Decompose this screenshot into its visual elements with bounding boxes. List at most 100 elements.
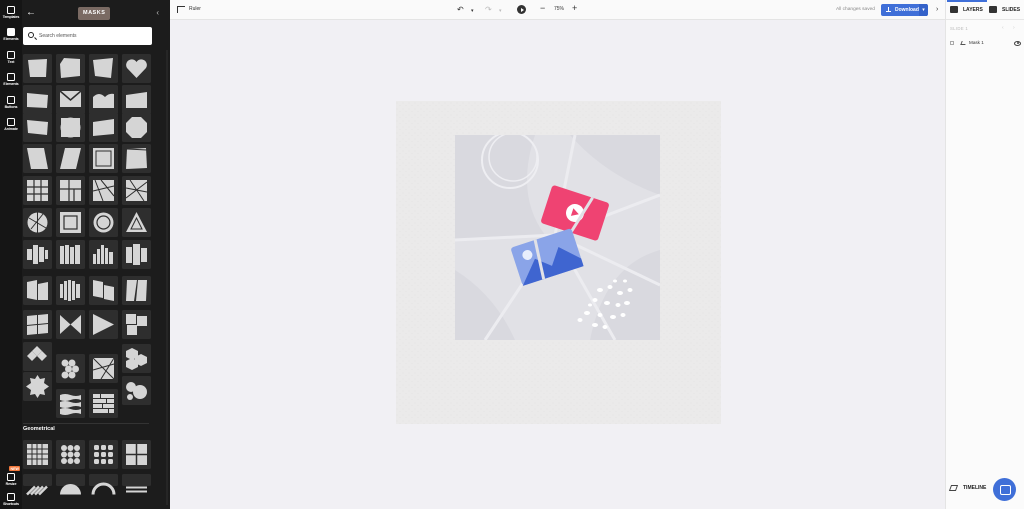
mask-tile[interactable] bbox=[23, 85, 52, 114]
text-icon bbox=[7, 51, 15, 59]
save-status: All changes saved bbox=[836, 7, 875, 12]
rail-item-resize[interactable]: Resize bbox=[0, 473, 22, 486]
mask-tile[interactable] bbox=[23, 474, 52, 496]
mask-tile[interactable] bbox=[122, 208, 151, 237]
mask-tile[interactable] bbox=[122, 176, 151, 205]
mask-tile[interactable] bbox=[122, 440, 151, 469]
layer-row[interactable]: Mask 1 bbox=[950, 39, 1024, 48]
download-dropdown-icon[interactable]: ▾ bbox=[919, 4, 928, 16]
rail-item-elements[interactable]: Elements bbox=[0, 73, 22, 86]
mask-tile[interactable] bbox=[56, 54, 85, 83]
mask-tile[interactable] bbox=[23, 208, 52, 237]
panel-scrollbar[interactable] bbox=[166, 50, 168, 505]
mask-tile[interactable] bbox=[89, 85, 118, 114]
layer-checkbox[interactable] bbox=[950, 41, 954, 45]
mask-tile[interactable] bbox=[89, 440, 118, 469]
mask-tile[interactable] bbox=[23, 144, 52, 173]
download-icon bbox=[886, 7, 891, 12]
mask-tile[interactable] bbox=[89, 144, 118, 173]
tab-layers[interactable]: LAYERS bbox=[950, 0, 990, 20]
mask-tile[interactable] bbox=[89, 389, 118, 418]
search-box[interactable] bbox=[23, 27, 152, 45]
mask-tile[interactable] bbox=[122, 240, 151, 269]
mask-tile[interactable] bbox=[89, 474, 118, 495]
animate-icon bbox=[7, 118, 15, 126]
mask-tile[interactable] bbox=[56, 276, 85, 305]
back-arrow-icon[interactable]: ← bbox=[25, 7, 37, 19]
templates-icon bbox=[7, 6, 15, 14]
collapse-panel-icon[interactable]: ‹ bbox=[156, 7, 159, 19]
chat-support-icon[interactable] bbox=[993, 478, 1016, 501]
mask-tile[interactable] bbox=[23, 276, 52, 305]
mask-tile[interactable] bbox=[56, 310, 85, 339]
mask-tile[interactable] bbox=[122, 474, 151, 493]
mask-tile[interactable] bbox=[23, 310, 52, 339]
zoom-out-icon[interactable]: − bbox=[540, 4, 545, 13]
ruler-icon[interactable] bbox=[177, 6, 185, 13]
mask-tile[interactable] bbox=[56, 440, 85, 469]
layers-icon bbox=[950, 6, 958, 13]
ruler-label[interactable]: Ruler bbox=[189, 6, 201, 12]
mask-tile[interactable] bbox=[89, 240, 118, 269]
mask-tile[interactable] bbox=[122, 344, 151, 373]
mask-placeholder[interactable] bbox=[455, 135, 660, 340]
rail-item-text[interactable]: Text bbox=[0, 51, 22, 64]
play-icon[interactable] bbox=[517, 5, 526, 14]
mask-tile[interactable] bbox=[56, 354, 85, 383]
mask-tile[interactable] bbox=[122, 113, 151, 142]
download-label: Download bbox=[895, 7, 919, 13]
mask-tile[interactable] bbox=[56, 176, 85, 205]
buttons-icon bbox=[7, 96, 15, 104]
mask-tile[interactable] bbox=[122, 85, 151, 114]
mask-tile[interactable] bbox=[56, 389, 85, 418]
mask-tile[interactable] bbox=[89, 276, 118, 305]
mask-tile[interactable] bbox=[122, 144, 151, 173]
mask-tile[interactable] bbox=[23, 240, 52, 269]
tab-slides-label: SLIDES bbox=[1002, 7, 1021, 13]
mask-tile[interactable] bbox=[56, 240, 85, 269]
rail-item-animate[interactable]: Animate bbox=[0, 118, 22, 131]
undo-dropdown-icon[interactable]: ▾ bbox=[471, 7, 474, 16]
mask-tile[interactable] bbox=[23, 372, 52, 401]
rail-item-shortcuts[interactable]: Shortcuts bbox=[0, 493, 22, 506]
expand-right-panel-icon[interactable]: › bbox=[936, 6, 938, 13]
mask-tile[interactable] bbox=[23, 54, 52, 83]
redo-icon[interactable]: ↷ bbox=[485, 5, 492, 14]
mask-tile[interactable] bbox=[89, 54, 118, 83]
mask-tile[interactable] bbox=[122, 376, 151, 405]
mask-tile[interactable] bbox=[56, 144, 85, 173]
left-rail: Templates Elements Text Elements Buttons… bbox=[0, 0, 22, 509]
slide-nav-arrows-icon[interactable]: ‹ › bbox=[1002, 25, 1019, 31]
mask-tile[interactable] bbox=[89, 354, 118, 383]
mask-tile[interactable] bbox=[23, 176, 52, 205]
mask-tile[interactable] bbox=[56, 85, 85, 114]
mask-tile[interactable] bbox=[23, 440, 52, 469]
background-icon bbox=[7, 28, 15, 36]
mask-tile[interactable] bbox=[23, 113, 52, 142]
mask-tile[interactable] bbox=[122, 310, 151, 339]
search-input[interactable] bbox=[39, 27, 149, 45]
rail-item-background[interactable]: Elements bbox=[0, 28, 22, 41]
mask-tile[interactable] bbox=[89, 310, 118, 339]
mask-tile[interactable] bbox=[89, 113, 118, 142]
mask-tile[interactable] bbox=[23, 342, 52, 371]
mask-tile[interactable] bbox=[56, 113, 85, 142]
redo-dropdown-icon[interactable]: ▾ bbox=[499, 7, 502, 16]
tab-layers-label: LAYERS bbox=[963, 7, 983, 13]
rail-item-buttons[interactable]: Buttons bbox=[0, 96, 22, 109]
panel-header: ← MASKS ‹ bbox=[22, 6, 170, 22]
tab-slides[interactable]: SLIDES bbox=[989, 0, 1024, 20]
mask-tile[interactable] bbox=[56, 474, 85, 495]
rail-item-templates[interactable]: Templates bbox=[0, 6, 22, 19]
visibility-eye-icon[interactable] bbox=[1014, 40, 1021, 46]
mask-tile[interactable] bbox=[122, 54, 151, 83]
undo-icon[interactable]: ↶ bbox=[457, 5, 464, 14]
mask-tile[interactable] bbox=[89, 176, 118, 205]
mask-tile[interactable] bbox=[89, 208, 118, 237]
mask-tile[interactable] bbox=[56, 208, 85, 237]
section-label-geometrical: Geometrical bbox=[23, 426, 55, 432]
zoom-in-icon[interactable]: + bbox=[572, 4, 577, 13]
resize-icon bbox=[7, 473, 15, 481]
zoom-level[interactable]: 75% bbox=[554, 6, 564, 12]
mask-tile[interactable] bbox=[122, 276, 151, 305]
